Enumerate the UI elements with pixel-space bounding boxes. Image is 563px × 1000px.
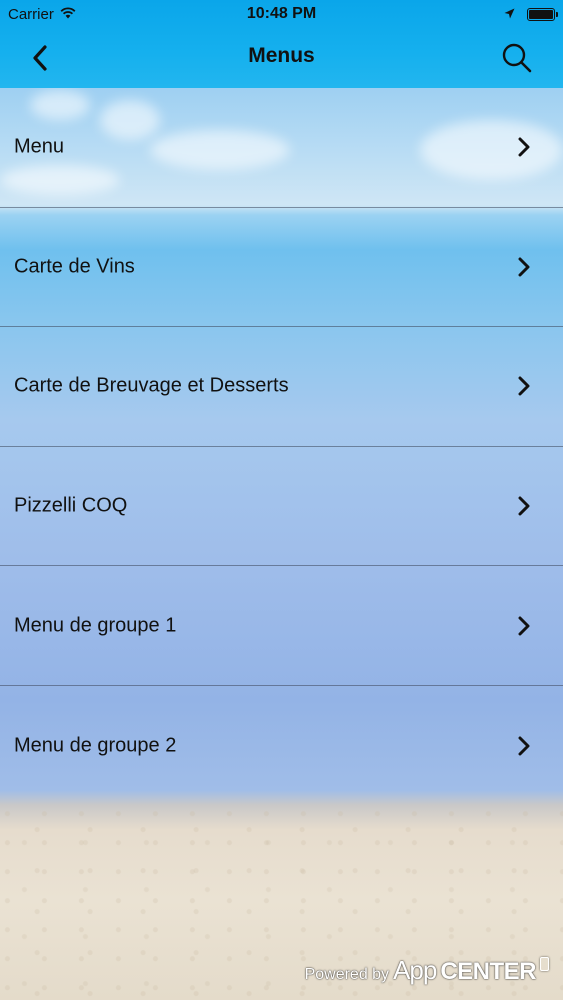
- battery-icon: [527, 8, 558, 21]
- menu-item-label: Menu de groupe 1: [14, 614, 177, 637]
- chevron-right-icon: [515, 495, 533, 517]
- navigation-bar: Menus: [0, 30, 563, 86]
- search-button[interactable]: [499, 40, 535, 76]
- menu-item-label: Menu de groupe 2: [14, 734, 177, 757]
- brand-app-text: App: [393, 955, 437, 985]
- chevron-right-icon: [515, 375, 533, 397]
- brand-center-text: CENTER: [440, 958, 536, 985]
- menu-item-pizzelli-coq[interactable]: Pizzelli COQ: [0, 447, 563, 567]
- search-icon: [502, 43, 532, 73]
- menu-item-carte-de-vins[interactable]: Carte de Vins: [0, 208, 563, 328]
- chevron-right-icon: [515, 256, 533, 278]
- menu-item-menu-de-groupe-1[interactable]: Menu de groupe 1: [0, 566, 563, 686]
- menu-item-carte-de-breuvage[interactable]: Carte de Breuvage et Desserts: [0, 327, 563, 447]
- menu-item-label: Menu: [14, 135, 65, 158]
- menu-item-label: Pizzelli COQ: [14, 494, 128, 517]
- menu-item-menu-de-groupe-2[interactable]: Menu de groupe 2: [0, 686, 563, 806]
- phone-icon: [540, 957, 549, 971]
- menu-item-menu[interactable]: Menu: [0, 88, 563, 208]
- menu-item-label: Carte de Breuvage et Desserts: [14, 374, 289, 397]
- chevron-right-icon: [515, 735, 533, 757]
- chevron-right-icon: [515, 136, 533, 158]
- menu-item-label: Carte de Vins: [14, 255, 135, 278]
- top-bar: Carrier 10:48 PM Menus: [0, 0, 563, 88]
- status-time: 10:48 PM: [246, 5, 317, 22]
- location-arrow-icon: [504, 6, 515, 23]
- status-bar: Carrier 10:48 PM: [0, 0, 563, 30]
- menu-list: Menu Carte de Vins Carte de Breuvage et …: [0, 88, 563, 806]
- powered-by-label: Powered by: [304, 966, 390, 983]
- page-title: Menus: [248, 44, 315, 67]
- chevron-right-icon: [515, 615, 533, 637]
- powered-by-appcenter: Powered by App CENTER: [305, 955, 549, 986]
